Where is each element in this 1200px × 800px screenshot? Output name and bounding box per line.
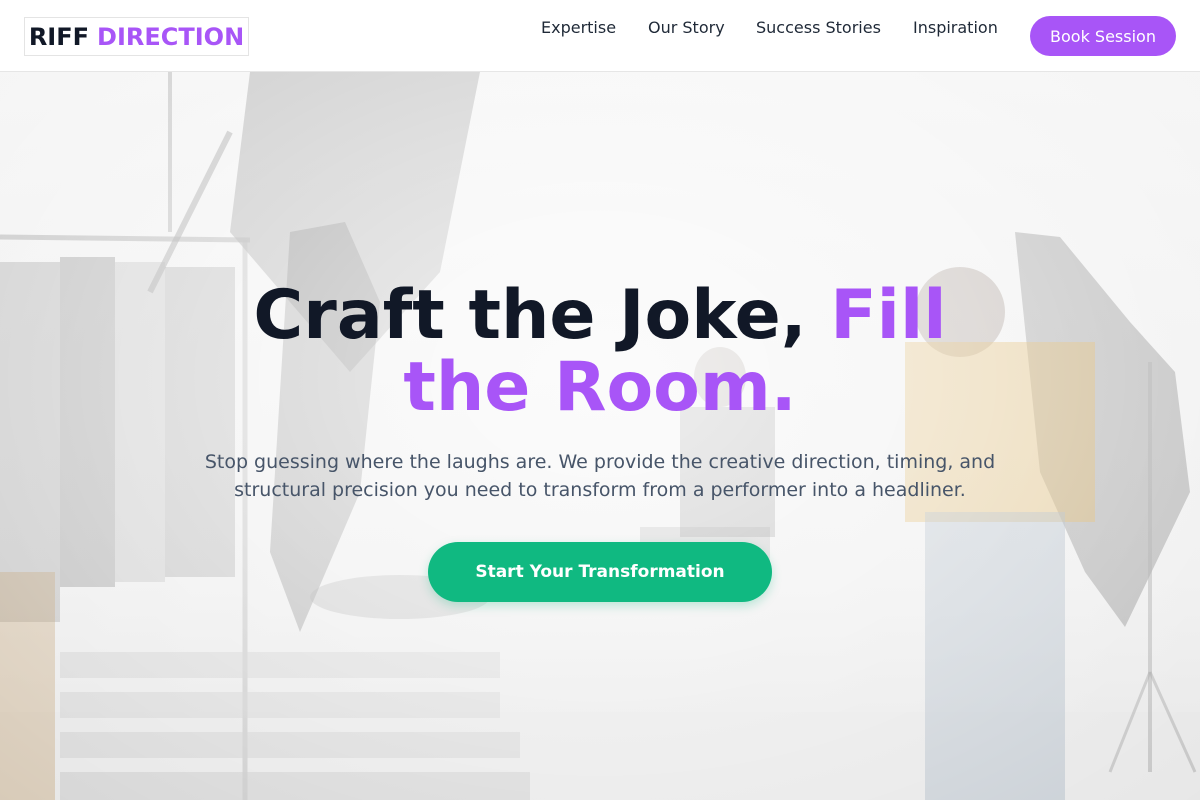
headline-plain: Craft the Joke, <box>253 276 831 355</box>
logo-word-direction: DIRECTION <box>97 22 245 51</box>
nav-link-our-story[interactable]: Our Story <box>648 18 725 38</box>
book-session-button[interactable]: Book Session <box>1030 16 1176 56</box>
nav-link-success-stories[interactable]: Success Stories <box>756 18 881 38</box>
site-header: RIFF DIRECTION Expertise Our Story Succe… <box>0 0 1200 72</box>
start-transformation-button[interactable]: Start Your Transformation <box>428 542 772 602</box>
logo-word-riff: RIFF <box>28 22 90 51</box>
logo[interactable]: RIFF DIRECTION <box>24 17 249 56</box>
hero-section <box>0 72 1200 800</box>
hero-subtext: Stop guessing where the laughs are. We p… <box>204 451 996 501</box>
hero-overlay <box>0 72 1200 800</box>
hero-headline: Craft the Joke, Fill the Room. <box>200 280 1000 424</box>
nav-link-expertise[interactable]: Expertise <box>541 18 616 38</box>
nav-link-inspiration[interactable]: Inspiration <box>913 18 998 38</box>
